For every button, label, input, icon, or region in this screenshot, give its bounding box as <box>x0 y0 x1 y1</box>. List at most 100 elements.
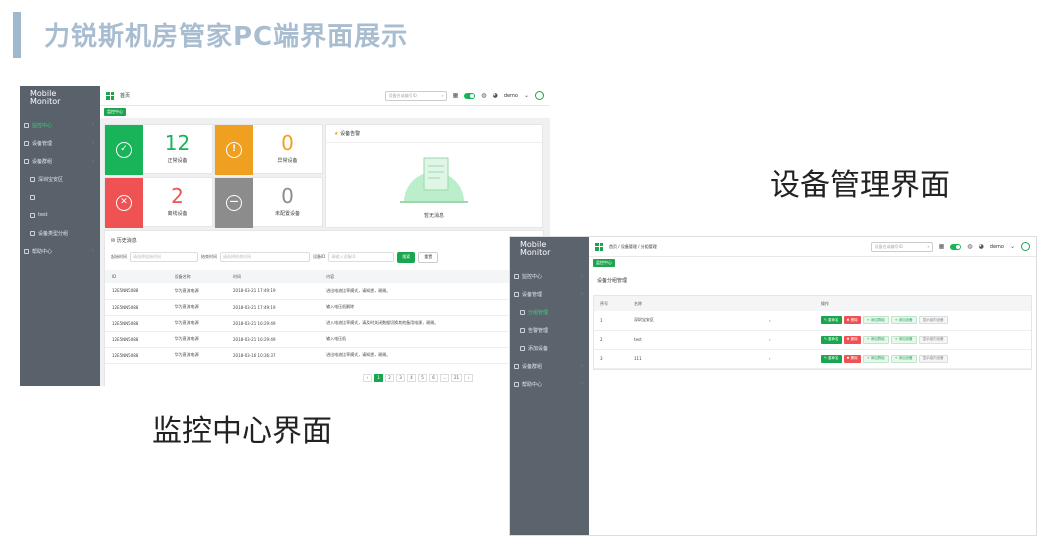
delete-button[interactable]: ✖ 删除 <box>843 335 861 344</box>
theme-toggle[interactable] <box>464 92 476 99</box>
empty-inbox-icon <box>400 157 468 203</box>
qr-icon[interactable]: ▦ <box>939 243 945 250</box>
end-time-field[interactable]: 请选择结束时间 <box>220 252 310 262</box>
sidebar: Mobile Monitor 监控中心 › 设备管理 › 分组管理 告警管理 添加设备 设备群… <box>510 237 589 535</box>
menu-grid-icon[interactable] <box>106 91 114 100</box>
menu-grid-icon[interactable] <box>595 242 603 251</box>
tab-monitor-center[interactable]: 监控中心 <box>593 259 615 267</box>
show-devices-button[interactable]: 显示组内设备 <box>918 354 948 363</box>
add-group-button[interactable]: + 添加群组 <box>862 316 889 325</box>
nav-item-icon <box>514 273 519 279</box>
alarm-title-text: 设备告警 <box>340 131 361 137</box>
page-button[interactable]: › <box>464 374 473 382</box>
qr-icon[interactable]: ▦ <box>453 92 459 99</box>
search-input[interactable]: 设备名或编号ID ⌕ <box>870 241 933 252</box>
reset-button[interactable]: 重置 <box>418 251 439 263</box>
delete-button[interactable]: ✖ 删除 <box>843 316 861 325</box>
top-bar: 首页 / 设备管理 / 分组管理 设备名或编号ID ⌕ ▦ ◍ ◕ demo ⌄ <box>589 237 1036 257</box>
sidebar-item-1[interactable]: 设备管理 › <box>20 134 100 152</box>
status-card-icon-box: — <box>215 178 253 228</box>
monitor-caption: 监控中心界面 <box>152 414 332 449</box>
sidebar-item-3[interactable]: 告警管理 <box>510 321 589 339</box>
chevron-icon: › <box>581 363 583 369</box>
table-cell: 深圳宝安区 <box>628 311 763 331</box>
rename-button[interactable]: ✎ 重命名 <box>821 316 842 325</box>
user-name[interactable]: demo <box>504 93 518 99</box>
column-header: 时间 <box>226 270 320 283</box>
page-button[interactable]: 3 <box>396 374 405 382</box>
table-row: 3 111 › ✎ 重命名 ✖ 删除 + 添加群组 + 添加设备 显示组内设备 <box>594 349 1031 369</box>
status-card[interactable]: ✓ 12 正常设备 <box>104 124 213 175</box>
status-card[interactable]: — 0 未配置设备 <box>214 177 323 228</box>
page-button[interactable]: ‹ <box>363 374 372 382</box>
main-area: 首页 / 设备管理 / 分组管理 设备名或编号ID ⌕ ▦ ◍ ◕ demo ⌄ … <box>589 237 1036 535</box>
add-device-button[interactable]: + 添加设备 <box>890 316 917 325</box>
rename-button[interactable]: ✎ 重命名 <box>821 335 842 344</box>
chevron-down-icon[interactable]: ⌄ <box>1010 243 1015 250</box>
user-name[interactable]: demo <box>990 244 1004 250</box>
page-button[interactable]: 21 <box>451 374 462 382</box>
start-time-field[interactable]: 请选择起始时间 <box>130 252 198 262</box>
sidebar-item-1[interactable]: 设备管理 › <box>510 285 589 303</box>
rename-button[interactable]: ✎ 重命名 <box>821 354 842 363</box>
sidebar-item-3[interactable]: 深圳宝安区 <box>20 170 100 188</box>
sidebar-item-4[interactable]: 添加设备 <box>510 339 589 357</box>
page-button[interactable]: 1 <box>374 374 383 382</box>
exclamation-icon: ! <box>226 142 242 158</box>
device-id-field[interactable]: 请输入设备ID <box>328 252 395 262</box>
sidebar-item-4[interactable] <box>20 188 100 206</box>
alarm-panel-title: ★ 设备告警 <box>326 125 542 143</box>
sidebar-item-6[interactable]: 帮助中心 › <box>510 375 589 393</box>
add-group-button[interactable]: + 添加群组 <box>862 335 889 344</box>
language-icon[interactable]: ◍ <box>967 243 972 250</box>
search-input[interactable]: 设备名或编号ID ⌕ <box>384 90 447 101</box>
nav-item-icon <box>520 309 525 315</box>
theme-toggle[interactable] <box>950 243 962 250</box>
sidebar-item-label: 设备类型分组 <box>38 230 69 237</box>
show-devices-button[interactable]: 显示组内设备 <box>918 316 948 325</box>
sidebar-item-0[interactable]: 监控中心 › <box>20 116 100 134</box>
add-device-button[interactable]: + 添加设备 <box>890 354 917 363</box>
sidebar-item-label: 添加设备 <box>528 345 549 352</box>
page-button[interactable]: 2 <box>385 374 394 382</box>
search-placeholder: 设备名或编号ID <box>388 92 417 98</box>
sidebar-item-7[interactable]: 帮助中心 › <box>20 242 100 260</box>
monitor-center-screenshot: Mobile Monitor 监控中心 › 设备管理 › 设备群组 › 深圳宝安区 test 设… <box>20 86 550 386</box>
status-card[interactable]: ✕ 2 离线设备 <box>104 177 213 228</box>
nav-item-icon <box>30 194 35 200</box>
add-device-button[interactable]: + 添加设备 <box>890 335 917 344</box>
page-button[interactable]: 4 <box>407 374 416 382</box>
sidebar-item-2[interactable]: 分组管理 <box>510 303 589 321</box>
table-cell[interactable]: › <box>763 349 815 369</box>
breadcrumb[interactable]: 首页 <box>120 92 130 99</box>
history-panel: ✉ 历史消息 起始时间 请选择起始时间 结束时间 请选择结束时间 设备ID 请输… <box>104 230 544 386</box>
add-group-button[interactable]: + 添加群组 <box>862 354 889 363</box>
tab-monitor-center[interactable]: 监控中心 <box>104 108 126 116</box>
breadcrumb[interactable]: 首页 / 设备管理 / 分组管理 <box>609 244 657 250</box>
page-title: 设备分组管理 <box>597 278 628 284</box>
sidebar-item-0[interactable]: 监控中心 › <box>510 267 589 285</box>
avatar[interactable] <box>1021 242 1030 251</box>
palette-icon[interactable]: ◕ <box>493 92 498 99</box>
chevron-down-icon[interactable]: ⌄ <box>524 92 529 99</box>
search-button[interactable]: 搜索 <box>397 251 416 263</box>
palette-icon[interactable]: ◕ <box>979 243 984 250</box>
device-caption: 设备管理界面 <box>770 168 950 203</box>
page-button[interactable]: 5 <box>418 374 427 382</box>
avatar[interactable] <box>535 91 544 100</box>
end-time-placeholder: 请选择结束时间 <box>223 254 251 259</box>
delete-button[interactable]: ✖ 删除 <box>843 354 861 363</box>
show-devices-button[interactable]: 显示组内设备 <box>918 335 948 344</box>
table-cell[interactable]: › <box>763 311 815 331</box>
status-card[interactable]: ! 0 异常设备 <box>214 124 323 175</box>
top-bar: 首页 设备名或编号ID ⌕ ▦ ◍ ◕ demo ⌄ <box>100 86 550 106</box>
sidebar-item-6[interactable]: 设备类型分组 <box>20 224 100 242</box>
language-icon[interactable]: ◍ <box>481 92 486 99</box>
sidebar-item-2[interactable]: 设备群组 › <box>20 152 100 170</box>
page-button[interactable]: 6 <box>429 374 438 382</box>
search-icon: ⌕ <box>927 244 930 249</box>
sidebar-item-5[interactable]: test <box>20 206 100 224</box>
page-button[interactable]: … <box>440 374 449 382</box>
table-cell[interactable]: › <box>763 330 815 350</box>
sidebar-item-5[interactable]: 设备群组 › <box>510 357 589 375</box>
